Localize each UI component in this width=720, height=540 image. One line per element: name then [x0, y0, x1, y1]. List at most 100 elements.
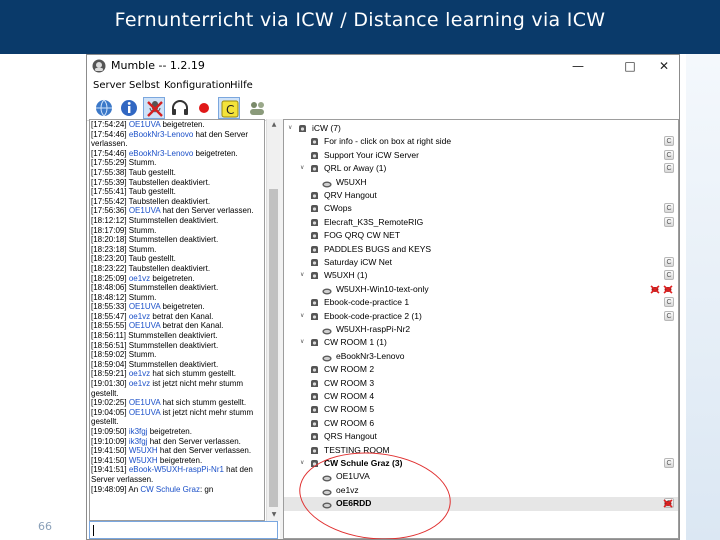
comment-icon[interactable]: C	[664, 149, 674, 160]
close-icon: ✕	[658, 59, 670, 73]
collapse-arrow-icon[interactable]: ∨	[300, 310, 308, 323]
info-button[interactable]	[118, 97, 140, 119]
close-button[interactable]: ✕	[649, 56, 679, 76]
tree-channel-row[interactable]: QRS Hangout	[284, 430, 678, 443]
tree-channel-row[interactable]: CW ROOM 3	[284, 377, 678, 390]
chat-input[interactable]	[89, 521, 278, 539]
tree-channel-row[interactable]: CWops C	[284, 202, 678, 215]
collapse-arrow-icon[interactable]: ∨	[288, 122, 296, 135]
scroll-up-arrow-icon[interactable]: ▲	[267, 119, 281, 131]
log-user-link[interactable]: OE1UVA	[129, 408, 160, 417]
menu-konfiguration[interactable]: Konfiguration	[164, 80, 231, 91]
log-user-link[interactable]: W5UXH	[129, 456, 158, 465]
comment-icon[interactable]: C	[664, 310, 674, 321]
tree-channel-row[interactable]: ∨ CW Schule Graz (3) C	[284, 457, 678, 470]
tree-channel-row[interactable]: Ebook-code-practice 1 C	[284, 296, 678, 309]
menu-hilfe[interactable]: Hilfe	[230, 80, 253, 91]
comment-icon[interactable]: C	[664, 458, 674, 468]
comment-icon[interactable]: C	[664, 136, 674, 147]
tree-channel-row[interactable]: For info - click on box at right side C	[284, 135, 678, 148]
comment-icon[interactable]: C	[664, 216, 674, 227]
tree-channel-row[interactable]: QRV Hangout	[284, 189, 678, 202]
log-user-link[interactable]: oe1vz	[129, 312, 150, 321]
log-user-link[interactable]: oe1vz	[129, 379, 150, 388]
log-user-link[interactable]: ik3fgj	[129, 427, 148, 436]
collapse-arrow-icon[interactable]: ∨	[300, 336, 308, 349]
tree-channel-row[interactable]: ∨ CW ROOM 1 (1)	[284, 336, 678, 349]
comment-icon[interactable]: C	[664, 163, 674, 174]
server-connect-icon	[96, 99, 112, 117]
channel-tree[interactable]: ∨ iCW (7) For info - click on box at right…	[283, 119, 679, 539]
log-user-link[interactable]: eBook-W5UXH-raspPi-Nr1	[129, 465, 224, 474]
comment-icon[interactable]: C	[664, 270, 674, 281]
tree-channel-row[interactable]: CW ROOM 2	[284, 363, 678, 376]
log-text: [19:10:09]	[91, 436, 129, 446]
tree-channel-row[interactable]: FOG QRQ CW NET	[284, 229, 678, 242]
tree-user-row[interactable]: W5UXH-raspPi-Nr2	[284, 323, 678, 336]
channel-icon	[310, 271, 319, 280]
menu-server[interactable]: Server	[93, 80, 126, 91]
log-user-link[interactable]: eBookNr3-Lenovo	[129, 130, 193, 139]
channel-icon	[310, 432, 319, 441]
log-user-link[interactable]: CW Schule Graz	[140, 485, 200, 494]
maximize-button[interactable]: □	[615, 56, 645, 76]
log-text: hat sich stumm gestellt.	[150, 369, 236, 379]
tree-channel-row[interactable]: Saturday iCW Net C	[284, 256, 678, 269]
record-button[interactable]	[193, 97, 215, 119]
chat-log-scrollbar[interactable]: ▲ ▼	[266, 119, 280, 521]
log-user-link[interactable]: oe1vz	[129, 369, 150, 378]
log-user-link[interactable]: OE1UVA	[129, 302, 160, 311]
tree-user-row[interactable]: eBookNr3-Lenovo	[284, 350, 678, 363]
tree-channel-row[interactable]: CW ROOM 4	[284, 390, 678, 403]
minimize-button[interactable]: —	[563, 56, 593, 76]
scroll-down-arrow-icon[interactable]: ▼	[267, 509, 281, 521]
title-bar[interactable]: Mumble -- 1.2.19 — □ ✕	[87, 55, 679, 77]
tree-channel-row[interactable]: ∨ iCW (7)	[284, 122, 678, 135]
comment-icon[interactable]: C	[664, 297, 674, 308]
channel-name: QRS Hangout	[324, 431, 377, 442]
chat-log[interactable]: [17:54:24] OE1UVA beigetreten. [17:54:46]…	[89, 119, 265, 521]
log-text: [17:56:36]	[91, 206, 129, 216]
log-user-link[interactable]: OE1UVA	[129, 398, 160, 407]
mute-self-button[interactable]	[143, 97, 165, 119]
collapse-arrow-icon[interactable]: ∨	[300, 269, 308, 282]
log-user-link[interactable]: eBookNr3-Lenovo	[129, 149, 193, 158]
info-icon	[121, 100, 137, 116]
tree-channel-row[interactable]: TESTING ROOM	[284, 444, 678, 457]
users-button[interactable]	[246, 97, 268, 119]
tree-channel-row[interactable]: ∨ W5UXH (1) C	[284, 269, 678, 282]
comment-icon[interactable]: C	[664, 203, 674, 214]
tree-channel-row[interactable]: Support Your iCW Server C	[284, 149, 678, 162]
log-user-link[interactable]: ik3fgj	[129, 437, 148, 446]
tree-user-row[interactable]: OE6RDDC	[284, 497, 678, 511]
log-text: [19:41:51]	[91, 465, 129, 475]
tree-channel-row[interactable]: ∨ Ebook-code-practice 2 (1) C	[284, 310, 678, 323]
log-line: [19:02:25] OE1UVA hat sich stumm gestell…	[91, 398, 264, 408]
channel-name: Ebook-code-practice 2 (1)	[324, 310, 422, 321]
log-user-link[interactable]: OE1UVA	[129, 120, 160, 129]
user-talk-icon	[322, 179, 332, 188]
comment-icon[interactable]: C	[664, 257, 674, 267]
tree-user-row[interactable]: oe1vz	[284, 484, 678, 497]
menu-selbst[interactable]: Selbst	[129, 80, 160, 91]
tree-channel-row[interactable]: CW ROOM 6	[284, 417, 678, 430]
server-connect-button[interactable]	[93, 97, 115, 119]
tree-channel-row[interactable]: Elecraft_K3S_RemoteRIG C	[284, 216, 678, 229]
log-line: [19:01:30] oe1vz ist jetzt nicht mehr st…	[91, 379, 264, 398]
tree-channel-row[interactable]: CW ROOM 5	[284, 403, 678, 416]
tree-channel-row[interactable]: ∨ QRL or Away (1) C	[284, 162, 678, 175]
collapse-arrow-icon[interactable]: ∨	[300, 457, 308, 470]
collapse-arrow-icon[interactable]: ∨	[300, 162, 308, 175]
tree-user-row[interactable]: OE1UVA	[284, 470, 678, 483]
log-user-link[interactable]: W5UXH	[129, 446, 158, 455]
comment-button[interactable]: C	[218, 97, 240, 119]
log-user-link[interactable]: oe1vz	[129, 274, 150, 283]
tree-user-row[interactable]: W5UXH-Win10-text-only	[284, 283, 678, 296]
deafen-self-button[interactable]	[169, 97, 191, 119]
scroll-thumb[interactable]	[269, 189, 278, 507]
log-user-link[interactable]: OE1UVA	[129, 321, 160, 330]
log-text: [17:54:24]	[91, 120, 129, 129]
tree-user-row[interactable]: W5UXH	[284, 176, 678, 189]
tree-channel-row[interactable]: PADDLES BUGS and KEYS	[284, 243, 678, 256]
log-user-link[interactable]: OE1UVA	[129, 206, 160, 215]
